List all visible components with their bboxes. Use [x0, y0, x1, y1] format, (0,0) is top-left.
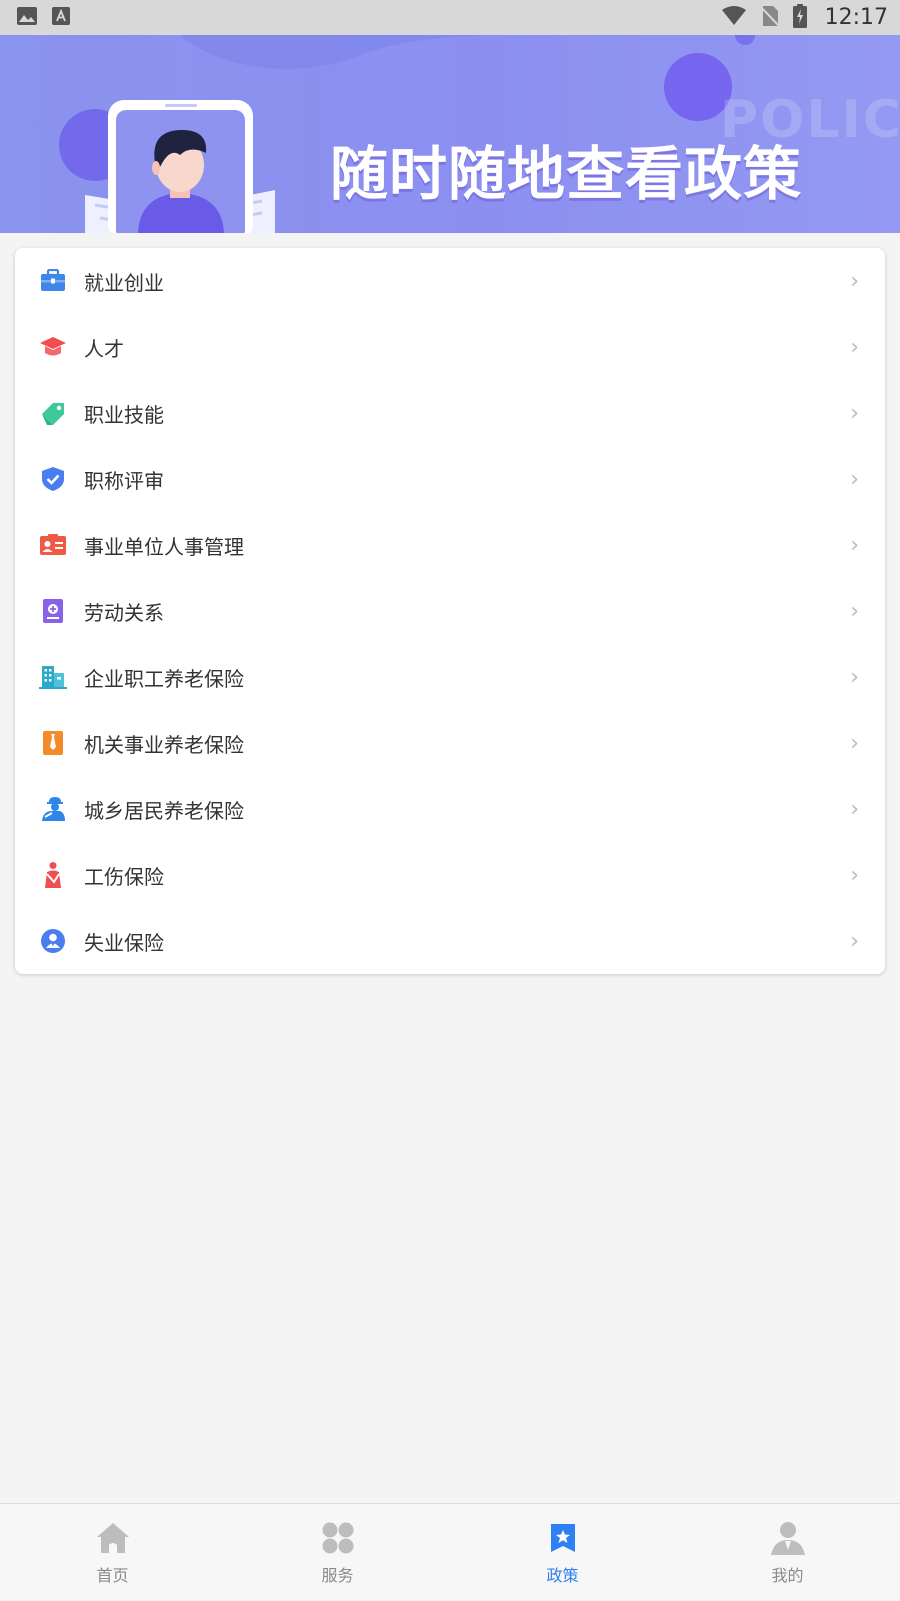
no-sim-icon	[759, 5, 780, 31]
bottom-tab-bar: 首页 服务 政策 我的	[0, 1503, 900, 1600]
briefcase-icon	[39, 267, 67, 295]
list-item-label: 机关事业养老保险	[84, 732, 244, 757]
chevron-right-icon: ›	[850, 730, 859, 756]
tab-services[interactable]: 服务	[225, 1504, 450, 1601]
list-item-label: 劳动关系	[84, 600, 164, 625]
office-building-icon	[39, 663, 67, 691]
chevron-right-icon: ›	[850, 334, 859, 360]
list-item-public-institution-hr[interactable]: 事业单位人事管理 ›	[15, 512, 885, 578]
person-circle-icon	[39, 927, 67, 955]
tie-icon	[39, 729, 67, 757]
wifi-icon	[721, 5, 747, 30]
contract-book-icon	[39, 597, 67, 625]
chevron-right-icon: ›	[850, 532, 859, 558]
list-item-title-review[interactable]: 职称评审 ›	[15, 446, 885, 512]
injured-person-icon	[39, 861, 67, 889]
list-item-label: 职称评审	[84, 468, 164, 493]
tab-label: 首页	[96, 1566, 129, 1585]
list-item-employment[interactable]: 就业创业 ›	[15, 248, 885, 314]
id-card-icon	[39, 531, 67, 559]
policy-banner[interactable]: POLICY 随时随地查看政策	[0, 35, 900, 233]
tag-icon	[39, 399, 67, 427]
banner-title: 随时随地查看政策	[330, 140, 803, 208]
list-item-label: 失业保险	[84, 930, 164, 955]
chevron-right-icon: ›	[850, 796, 859, 822]
chevron-right-icon: ›	[850, 400, 859, 426]
tab-label: 我的	[771, 1566, 804, 1585]
list-item-label: 事业单位人事管理	[84, 534, 244, 559]
list-item-label: 职业技能	[84, 402, 164, 427]
list-item-label: 人才	[84, 336, 124, 361]
chevron-right-icon: ›	[850, 598, 859, 624]
list-item-unemployment-insurance[interactable]: 失业保险 ›	[15, 908, 885, 974]
list-item-vocational-skills[interactable]: 职业技能 ›	[15, 380, 885, 446]
status-time: 12:17	[824, 5, 888, 30]
list-item-government-pension[interactable]: 机关事业养老保险 ›	[15, 710, 885, 776]
tab-profile[interactable]: 我的	[675, 1504, 900, 1601]
list-item-label: 企业职工养老保险	[84, 666, 244, 691]
list-item-work-injury-insurance[interactable]: 工伤保险 ›	[15, 842, 885, 908]
policy-category-list: 就业创业 › 人才 › 职业技能 › 职称评审 › 事业单位人事管理 › 劳动关	[15, 248, 885, 974]
list-item-talent[interactable]: 人才 ›	[15, 314, 885, 380]
shield-check-icon	[39, 465, 67, 493]
list-item-label: 工伤保险	[84, 864, 164, 889]
graduation-cap-icon	[39, 333, 67, 361]
tab-label: 服务	[321, 1566, 354, 1585]
text-notification-icon	[52, 6, 70, 29]
list-item-labor-relations[interactable]: 劳动关系 ›	[15, 578, 885, 644]
status-bar: 12:17	[0, 0, 900, 35]
list-item-resident-pension[interactable]: 城乡居民养老保险 ›	[15, 776, 885, 842]
list-item-label: 就业创业	[84, 270, 164, 295]
chevron-right-icon: ›	[850, 268, 859, 294]
home-icon	[95, 1520, 131, 1556]
bookmark-star-icon	[545, 1520, 581, 1556]
grid-icon	[320, 1520, 356, 1556]
tab-label: 政策	[546, 1566, 579, 1585]
image-notification-icon	[16, 6, 38, 30]
worker-icon	[39, 795, 67, 823]
user-icon	[770, 1520, 806, 1556]
tab-policy[interactable]: 政策	[450, 1504, 675, 1601]
list-item-enterprise-pension[interactable]: 企业职工养老保险 ›	[15, 644, 885, 710]
list-item-label: 城乡居民养老保险	[84, 798, 244, 823]
chevron-right-icon: ›	[850, 862, 859, 888]
battery-charging-icon	[792, 3, 807, 32]
chevron-right-icon: ›	[850, 664, 859, 690]
chevron-right-icon: ›	[850, 928, 859, 954]
chevron-right-icon: ›	[850, 466, 859, 492]
tab-home[interactable]: 首页	[0, 1504, 225, 1601]
